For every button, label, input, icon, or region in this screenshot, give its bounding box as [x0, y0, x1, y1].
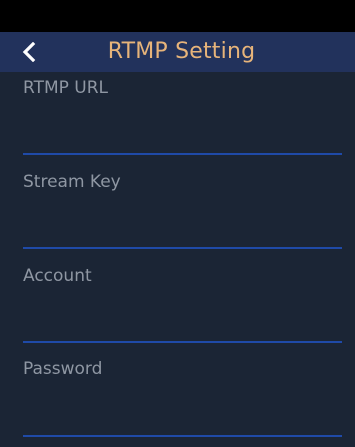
stream-key-underline	[23, 247, 342, 249]
password-label: Password	[23, 359, 103, 379]
rtmp-form: RTMP URL Stream Key Account Password	[0, 72, 355, 447]
rtmp-url-underline	[23, 153, 342, 155]
account-underline	[23, 341, 342, 343]
rtmp-url-label: RTMP URL	[23, 78, 109, 98]
status-bar	[0, 0, 355, 32]
rtmp-url-field: RTMP URL	[0, 72, 355, 166]
password-field: Password	[0, 353, 355, 447]
stream-key-input[interactable]	[23, 209, 342, 243]
page-title: RTMP Setting	[107, 39, 256, 64]
password-input[interactable]	[23, 396, 342, 430]
rtmp-url-input[interactable]	[23, 115, 342, 149]
account-input[interactable]	[23, 303, 342, 337]
account-label: Account	[23, 266, 92, 286]
chevron-left-icon	[22, 42, 36, 62]
back-button[interactable]	[14, 36, 44, 68]
stream-key-label: Stream Key	[23, 172, 121, 192]
stream-key-field: Stream Key	[0, 166, 355, 260]
app-header: RTMP Setting	[0, 32, 355, 72]
account-field: Account	[0, 260, 355, 354]
password-underline	[23, 435, 342, 437]
